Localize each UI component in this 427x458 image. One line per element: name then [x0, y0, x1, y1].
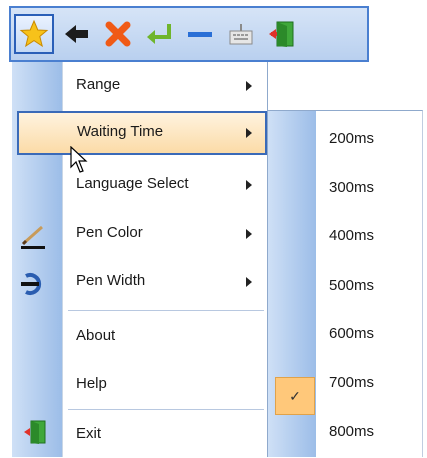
menu-item-language-select[interactable]: Language Select	[63, 163, 267, 207]
pen-color-icon	[21, 225, 45, 249]
menu-item-label: About	[76, 327, 116, 344]
keyboard-button[interactable]	[221, 14, 261, 54]
submenu-item-label: 400ms	[329, 227, 375, 244]
exit-button[interactable]	[262, 14, 302, 54]
menu-item-label: Range	[76, 76, 121, 93]
menu-item-label: Pen Color	[76, 224, 143, 241]
exit-door-icon	[269, 21, 294, 47]
back-arrow-icon	[65, 25, 88, 43]
toolbar	[9, 6, 369, 62]
submenu-arrow-icon	[246, 180, 252, 190]
submenu-item-label: 800ms	[329, 423, 375, 440]
submenu-arrow-icon	[246, 128, 252, 138]
minimize-button[interactable]	[180, 14, 220, 54]
waiting-time-submenu: 200ms 300ms 400ms ✓ 500ms 600ms 700ms 80…	[268, 110, 423, 457]
enter-button[interactable]	[139, 14, 179, 54]
submenu-item-400ms[interactable]: 400ms	[268, 214, 422, 262]
submenu-item-300ms[interactable]: 300ms	[268, 166, 422, 214]
submenu-item-label: 300ms	[329, 179, 375, 196]
back-button[interactable]	[57, 14, 97, 54]
menu-item-pen-width[interactable]: Pen Width	[63, 260, 267, 304]
menu-item-pen-color[interactable]: Pen Color	[63, 212, 267, 256]
submenu-arrow-icon	[246, 277, 252, 287]
menu-item-label: Waiting Time	[77, 123, 164, 140]
submenu-item-label: 500ms	[329, 277, 375, 294]
enter-icon	[147, 24, 171, 44]
menu-item-label: Help	[76, 375, 107, 392]
star-icon	[19, 19, 49, 48]
submenu-item-label: 700ms	[329, 374, 375, 391]
submenu-item-label: 200ms	[329, 130, 375, 147]
menu-item-help[interactable]: Help	[63, 363, 267, 407]
minimize-icon	[188, 32, 212, 37]
submenu-item-label: 600ms	[329, 325, 375, 342]
pen-width-icon	[21, 273, 42, 295]
menu-item-label: Language Select	[76, 175, 189, 192]
menu-item-exit[interactable]: Exit	[63, 413, 267, 457]
menu-item-range[interactable]: Range	[63, 64, 267, 108]
menu-separator	[68, 310, 264, 311]
menu-item-about[interactable]: About	[63, 315, 267, 359]
close-button[interactable]	[98, 14, 138, 54]
menu-separator	[68, 409, 264, 410]
main-menu: Range Waiting Time Language Select Pen C…	[17, 62, 268, 457]
submenu-arrow-icon	[246, 229, 252, 239]
submenu-item-500ms[interactable]: 500ms	[268, 264, 422, 312]
exit-door-icon	[24, 420, 46, 444]
submenu-item-200ms[interactable]: 200ms	[268, 117, 422, 165]
submenu-item-700ms[interactable]: 700ms	[268, 361, 422, 409]
submenu-item-600ms[interactable]: 600ms	[268, 312, 422, 360]
menu-item-label: Pen Width	[76, 272, 146, 289]
submenu-item-800ms[interactable]: 800ms	[268, 410, 422, 458]
close-icon	[105, 21, 131, 47]
menu-item-label: Exit	[76, 425, 102, 442]
star-button[interactable]	[14, 14, 54, 54]
submenu-arrow-icon	[246, 81, 252, 91]
mouse-pointer-icon	[70, 146, 88, 173]
keyboard-icon	[229, 24, 253, 45]
menu-item-waiting-time[interactable]: Waiting Time	[17, 111, 267, 155]
